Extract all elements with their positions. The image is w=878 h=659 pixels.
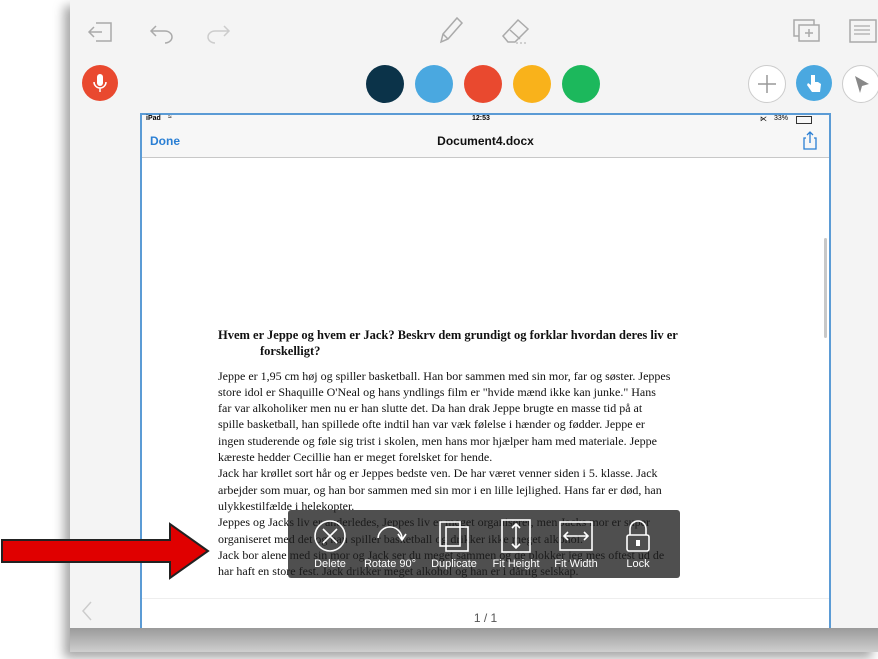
- pointer-arrow-button[interactable]: [842, 65, 878, 103]
- share-icon[interactable]: [802, 130, 818, 150]
- document-line: Jeppe er 1,95 cm høj og spiller basketba…: [218, 368, 671, 383]
- document-line: Jack har krøllet sort hår og er Jeppes b…: [218, 466, 658, 481]
- duplicate-icon: [439, 521, 469, 552]
- document-line: arbejder som muar, og han bor sammen med…: [218, 482, 662, 497]
- redo-icon[interactable]: [204, 20, 232, 44]
- document-line: spille basketball, han spillede ofte ind…: [218, 417, 645, 432]
- rotate-icon: [377, 526, 407, 542]
- wifi-icon: ≈: [168, 114, 172, 121]
- menu-item-label: Rotate 90°: [363, 558, 417, 570]
- hand-pointer-button[interactable]: [796, 65, 832, 101]
- color-swatch-green[interactable]: [562, 65, 600, 103]
- context-menu: Delete Rotate 90° Duplicate Fit Height Fit W…: [288, 510, 680, 578]
- menu-item-fit-width[interactable]: Fit Width: [546, 510, 606, 578]
- device-label: iPad: [146, 115, 161, 122]
- menu-item-rotate-90[interactable]: Rotate 90°: [360, 510, 420, 578]
- menu-item-label: Lock: [626, 558, 650, 570]
- plus-icon: [758, 75, 776, 93]
- red-arrow-annotation: [1, 522, 210, 580]
- page-indicator: 1 / 1: [473, 611, 498, 625]
- document-heading: Hvem er Jeppe og hvem er Jack? Beskrv de…: [218, 327, 758, 360]
- menu-item-label: Delete: [314, 558, 346, 570]
- document-line: store idol er Shaquille O'Neal og hans y…: [218, 384, 656, 399]
- eraser-icon[interactable]: [498, 14, 532, 46]
- status-time: 12:53: [472, 115, 490, 122]
- chevron-left-icon[interactable]: [80, 600, 94, 622]
- frame-bottom-edge: [70, 628, 878, 652]
- fit-width-icon: [559, 521, 593, 551]
- fit-height-icon: [501, 519, 531, 553]
- menu-item-label: Fit Width: [554, 558, 598, 570]
- document-list-icon[interactable]: [848, 18, 878, 44]
- menu-item-lock[interactable]: Lock: [608, 510, 668, 578]
- hand-pointer-icon: [807, 75, 821, 92]
- pencil-icon[interactable]: [435, 14, 465, 46]
- color-swatch-orange-red[interactable]: [464, 65, 502, 103]
- microphone-button[interactable]: [82, 65, 118, 101]
- scrollbar[interactable]: [824, 238, 827, 338]
- pointer-arrow-icon: [855, 76, 869, 93]
- add-page-icon[interactable]: [792, 18, 822, 44]
- document-line: far var alkoholiker men nu er han slutte…: [218, 401, 643, 416]
- delete-circle-x-icon: [314, 520, 346, 552]
- menu-item-fit-height[interactable]: Fit Height: [486, 510, 546, 578]
- menu-item-duplicate[interactable]: Duplicate: [424, 510, 484, 578]
- heading-line-2: forskelligt?: [260, 344, 321, 359]
- document-line: ingen studerende og føle sig trist i sko…: [218, 433, 657, 448]
- undo-icon[interactable]: [148, 20, 176, 44]
- menu-item-delete[interactable]: Delete: [300, 510, 360, 578]
- top-toolbar: [70, 0, 878, 58]
- document-line: kæreste hedder Cecillie han er meget for…: [218, 450, 493, 465]
- heading-line-1: Hvem er Jeppe og hvem er Jack? Beskrv de…: [218, 328, 678, 342]
- lock-icon: [626, 520, 650, 552]
- battery-percent: 33%: [774, 115, 789, 122]
- document-title: Document4.docx: [437, 134, 534, 148]
- menu-item-label: Duplicate: [431, 558, 477, 570]
- battery-icon: [796, 116, 812, 124]
- exit-icon[interactable]: [86, 20, 114, 44]
- ios-nav-bar: Done Document4.docx: [142, 125, 829, 158]
- color-swatch-dark-navy[interactable]: [366, 65, 404, 103]
- plus-button[interactable]: [748, 65, 786, 103]
- menu-item-label: Fit Height: [492, 558, 540, 570]
- color-toolbar: [70, 58, 878, 112]
- color-swatch-light-blue[interactable]: [415, 65, 453, 103]
- ios-status-bar: iPad ≈ 12:53 ⋉ 33%: [142, 114, 829, 125]
- microphone-icon: [93, 74, 107, 92]
- color-swatch-yellow[interactable]: [513, 65, 551, 103]
- bluetooth-icon: ⋉: [760, 116, 767, 123]
